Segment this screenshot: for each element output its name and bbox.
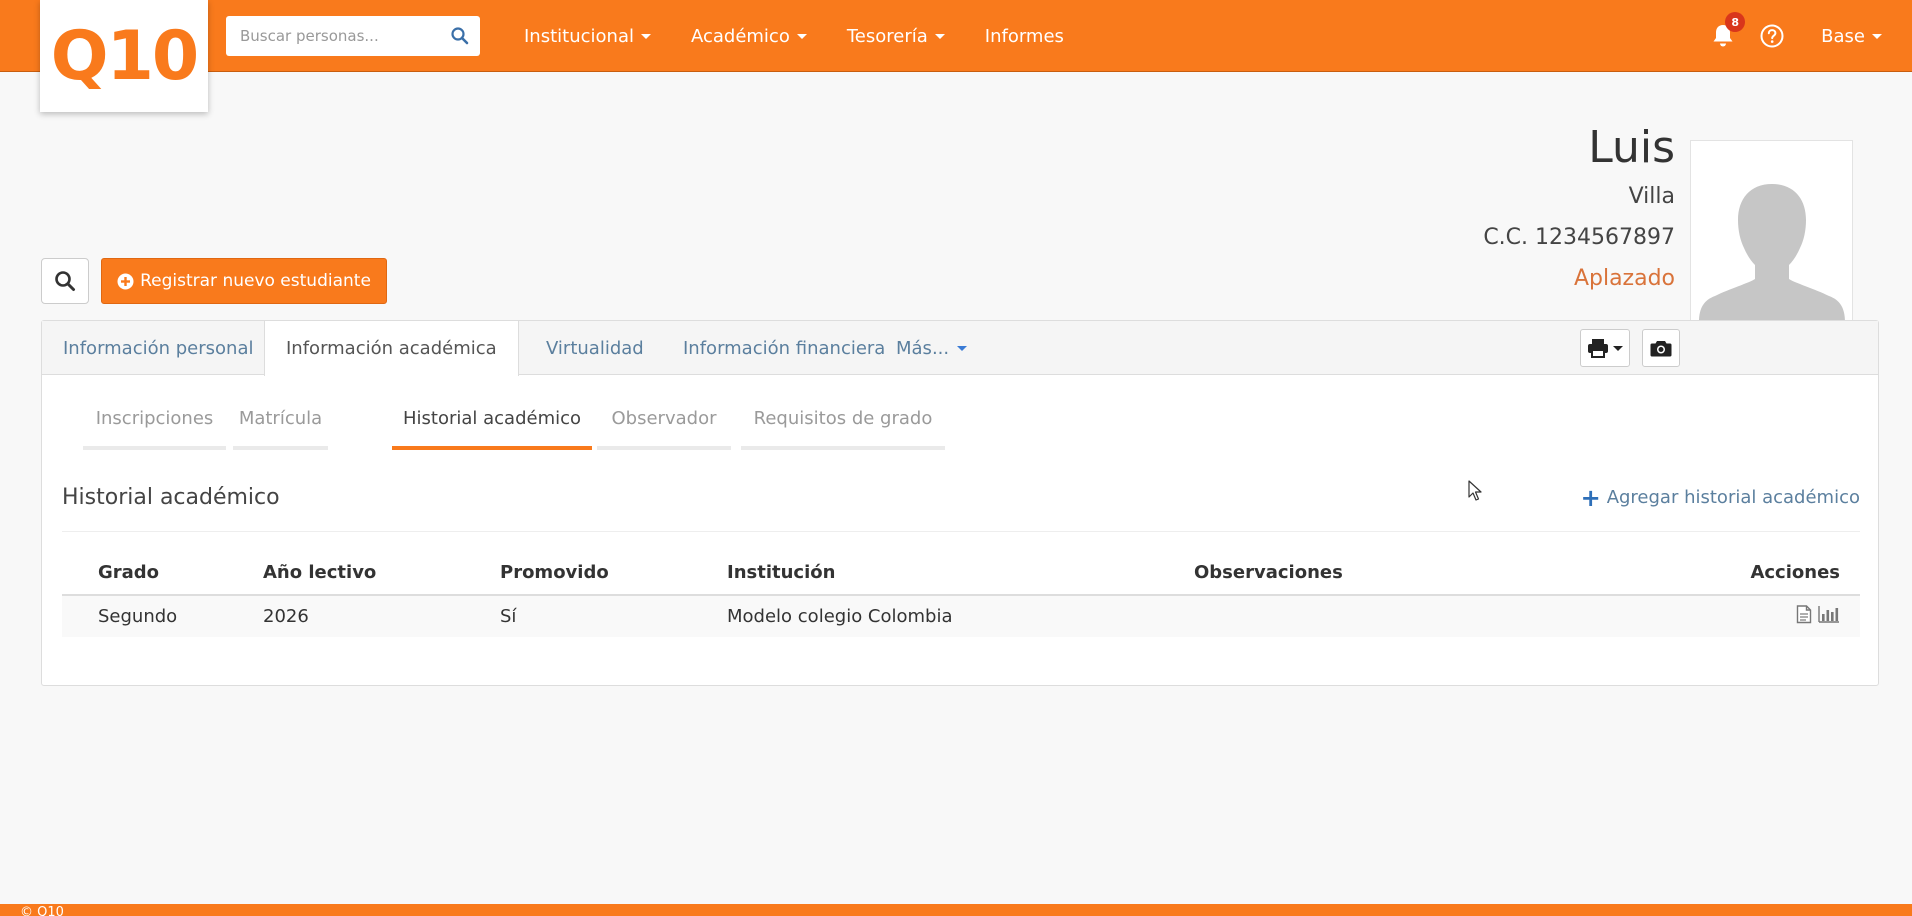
people-search-box[interactable] (226, 16, 480, 56)
section-divider (62, 531, 1860, 532)
subtab-label: Observador (611, 407, 717, 429)
subtab-label: Matrícula (238, 407, 323, 429)
search-icon[interactable] (450, 26, 470, 46)
user-menu-label: Base (1821, 25, 1865, 47)
register-student-button[interactable]: Registrar nuevo estudiante (101, 258, 387, 304)
cell-institucion: Modelo colegio Colombia (711, 595, 1178, 637)
subtab-requisitos-de-grado[interactable]: Requisitos de grado (741, 390, 945, 450)
cell-ano-lectivo: 2026 (247, 595, 484, 637)
main-tabs: Información personal Información académi… (42, 321, 1878, 376)
tab-virtualidad[interactable]: Virtualidad (525, 321, 665, 375)
student-last-name: Villa (1628, 184, 1675, 209)
plus-icon: + (1580, 483, 1601, 512)
tab-label: Información académica (286, 338, 497, 359)
student-status: Aplazado (1573, 266, 1675, 291)
menu-institucional[interactable]: Institucional (504, 26, 671, 47)
top-navbar: Institucional Académico Tesorería Inform… (0, 0, 1912, 72)
camera-button[interactable] (1642, 329, 1680, 367)
user-menu[interactable]: Base (1807, 26, 1882, 47)
student-document: C.C. 1234567897 (1483, 225, 1675, 250)
table-header-row: Grado Año lectivo Promovido Institución … (62, 551, 1860, 596)
tab-label: Virtualidad (546, 337, 644, 359)
menu-informes[interactable]: Informes (965, 26, 1084, 47)
cell-grado: Segundo (62, 595, 247, 637)
column-header: Acciones (1578, 551, 1860, 596)
document-icon[interactable] (1796, 604, 1812, 624)
student-panel: Información personal Información académi… (41, 320, 1879, 686)
cell-acciones (1578, 595, 1860, 637)
footer-bar (0, 904, 1912, 916)
subtab-inscripciones[interactable]: Inscripciones (83, 390, 226, 450)
history-table: Grado Año lectivo Promovido Institución … (62, 551, 1860, 637)
tab-label: Información financiera (683, 337, 886, 359)
add-history-label: Agregar historial académico (1606, 487, 1860, 508)
search-icon (55, 271, 75, 291)
subtab-label: Inscripciones (95, 407, 214, 429)
subtab-matricula[interactable]: Matrícula (233, 390, 328, 450)
people-search-input[interactable] (240, 27, 450, 45)
chevron-down-icon (1613, 345, 1623, 351)
table-row: Segundo 2026 Sí Modelo colegio Colombia (62, 595, 1860, 637)
printer-icon (1588, 339, 1608, 358)
student-search-button[interactable] (41, 258, 89, 304)
chevron-down-icon (796, 33, 807, 39)
menu-academico-label: Académico (690, 25, 790, 47)
tab-label: Información personal (63, 337, 254, 359)
camera-icon (1650, 341, 1672, 357)
register-student-label: Registrar nuevo estudiante (140, 271, 371, 291)
plus-circle-icon (117, 273, 134, 289)
cell-observaciones (1178, 595, 1578, 637)
print-dropdown-button[interactable] (1580, 329, 1630, 367)
column-header: Grado (62, 551, 247, 596)
menu-academico[interactable]: Académico (671, 26, 827, 47)
tab-informacion-financiera[interactable]: Información financiera (662, 321, 906, 375)
chevron-down-icon (934, 33, 945, 39)
q10-logo[interactable]: Q10 (40, 0, 208, 112)
column-header: Institución (711, 551, 1178, 596)
history-section-title: Historial académico (62, 485, 280, 510)
subtab-observador[interactable]: Observador (597, 390, 731, 450)
menu-institucional-label: Institucional (524, 25, 634, 47)
tab-informacion-academica[interactable]: Información académica (264, 321, 519, 376)
subtab-historial-academico[interactable]: Historial académico (392, 390, 592, 450)
tab-label: Más... (896, 337, 950, 359)
mouse-cursor-icon (1468, 480, 1482, 501)
logo-text: Q10 (50, 16, 199, 96)
bar-chart-icon[interactable] (1818, 605, 1840, 623)
column-header: Promovido (484, 551, 711, 596)
cell-promovido: Sí (484, 595, 711, 637)
add-history-link[interactable]: + Agregar historial académico (1580, 483, 1860, 512)
chevron-down-icon (640, 33, 651, 39)
subtab-label: Requisitos de grado (753, 407, 933, 429)
subtab-label: Historial académico (402, 407, 582, 429)
chevron-down-icon (1872, 33, 1882, 39)
tab-informacion-personal[interactable]: Información personal (42, 321, 275, 375)
main-menu: Institucional Académico Tesorería Inform… (504, 0, 1084, 72)
chevron-down-icon (957, 345, 968, 351)
menu-tesoreria[interactable]: Tesorería (827, 26, 965, 47)
notifications-button[interactable]: 8 (1709, 12, 1746, 50)
navbar-right: 8 Base (1709, 0, 1882, 72)
help-icon[interactable] (1759, 23, 1785, 49)
tab-mas[interactable]: Más... (875, 321, 988, 375)
notifications-badge: 8 (1725, 12, 1746, 32)
student-first-name: Luis (1588, 122, 1675, 173)
menu-tesoreria-label: Tesorería (846, 25, 928, 47)
column-header: Observaciones (1178, 551, 1578, 596)
menu-informes-label: Informes (984, 25, 1064, 47)
footer-copyright: © Q10 (20, 905, 64, 916)
column-header: Año lectivo (247, 551, 484, 596)
